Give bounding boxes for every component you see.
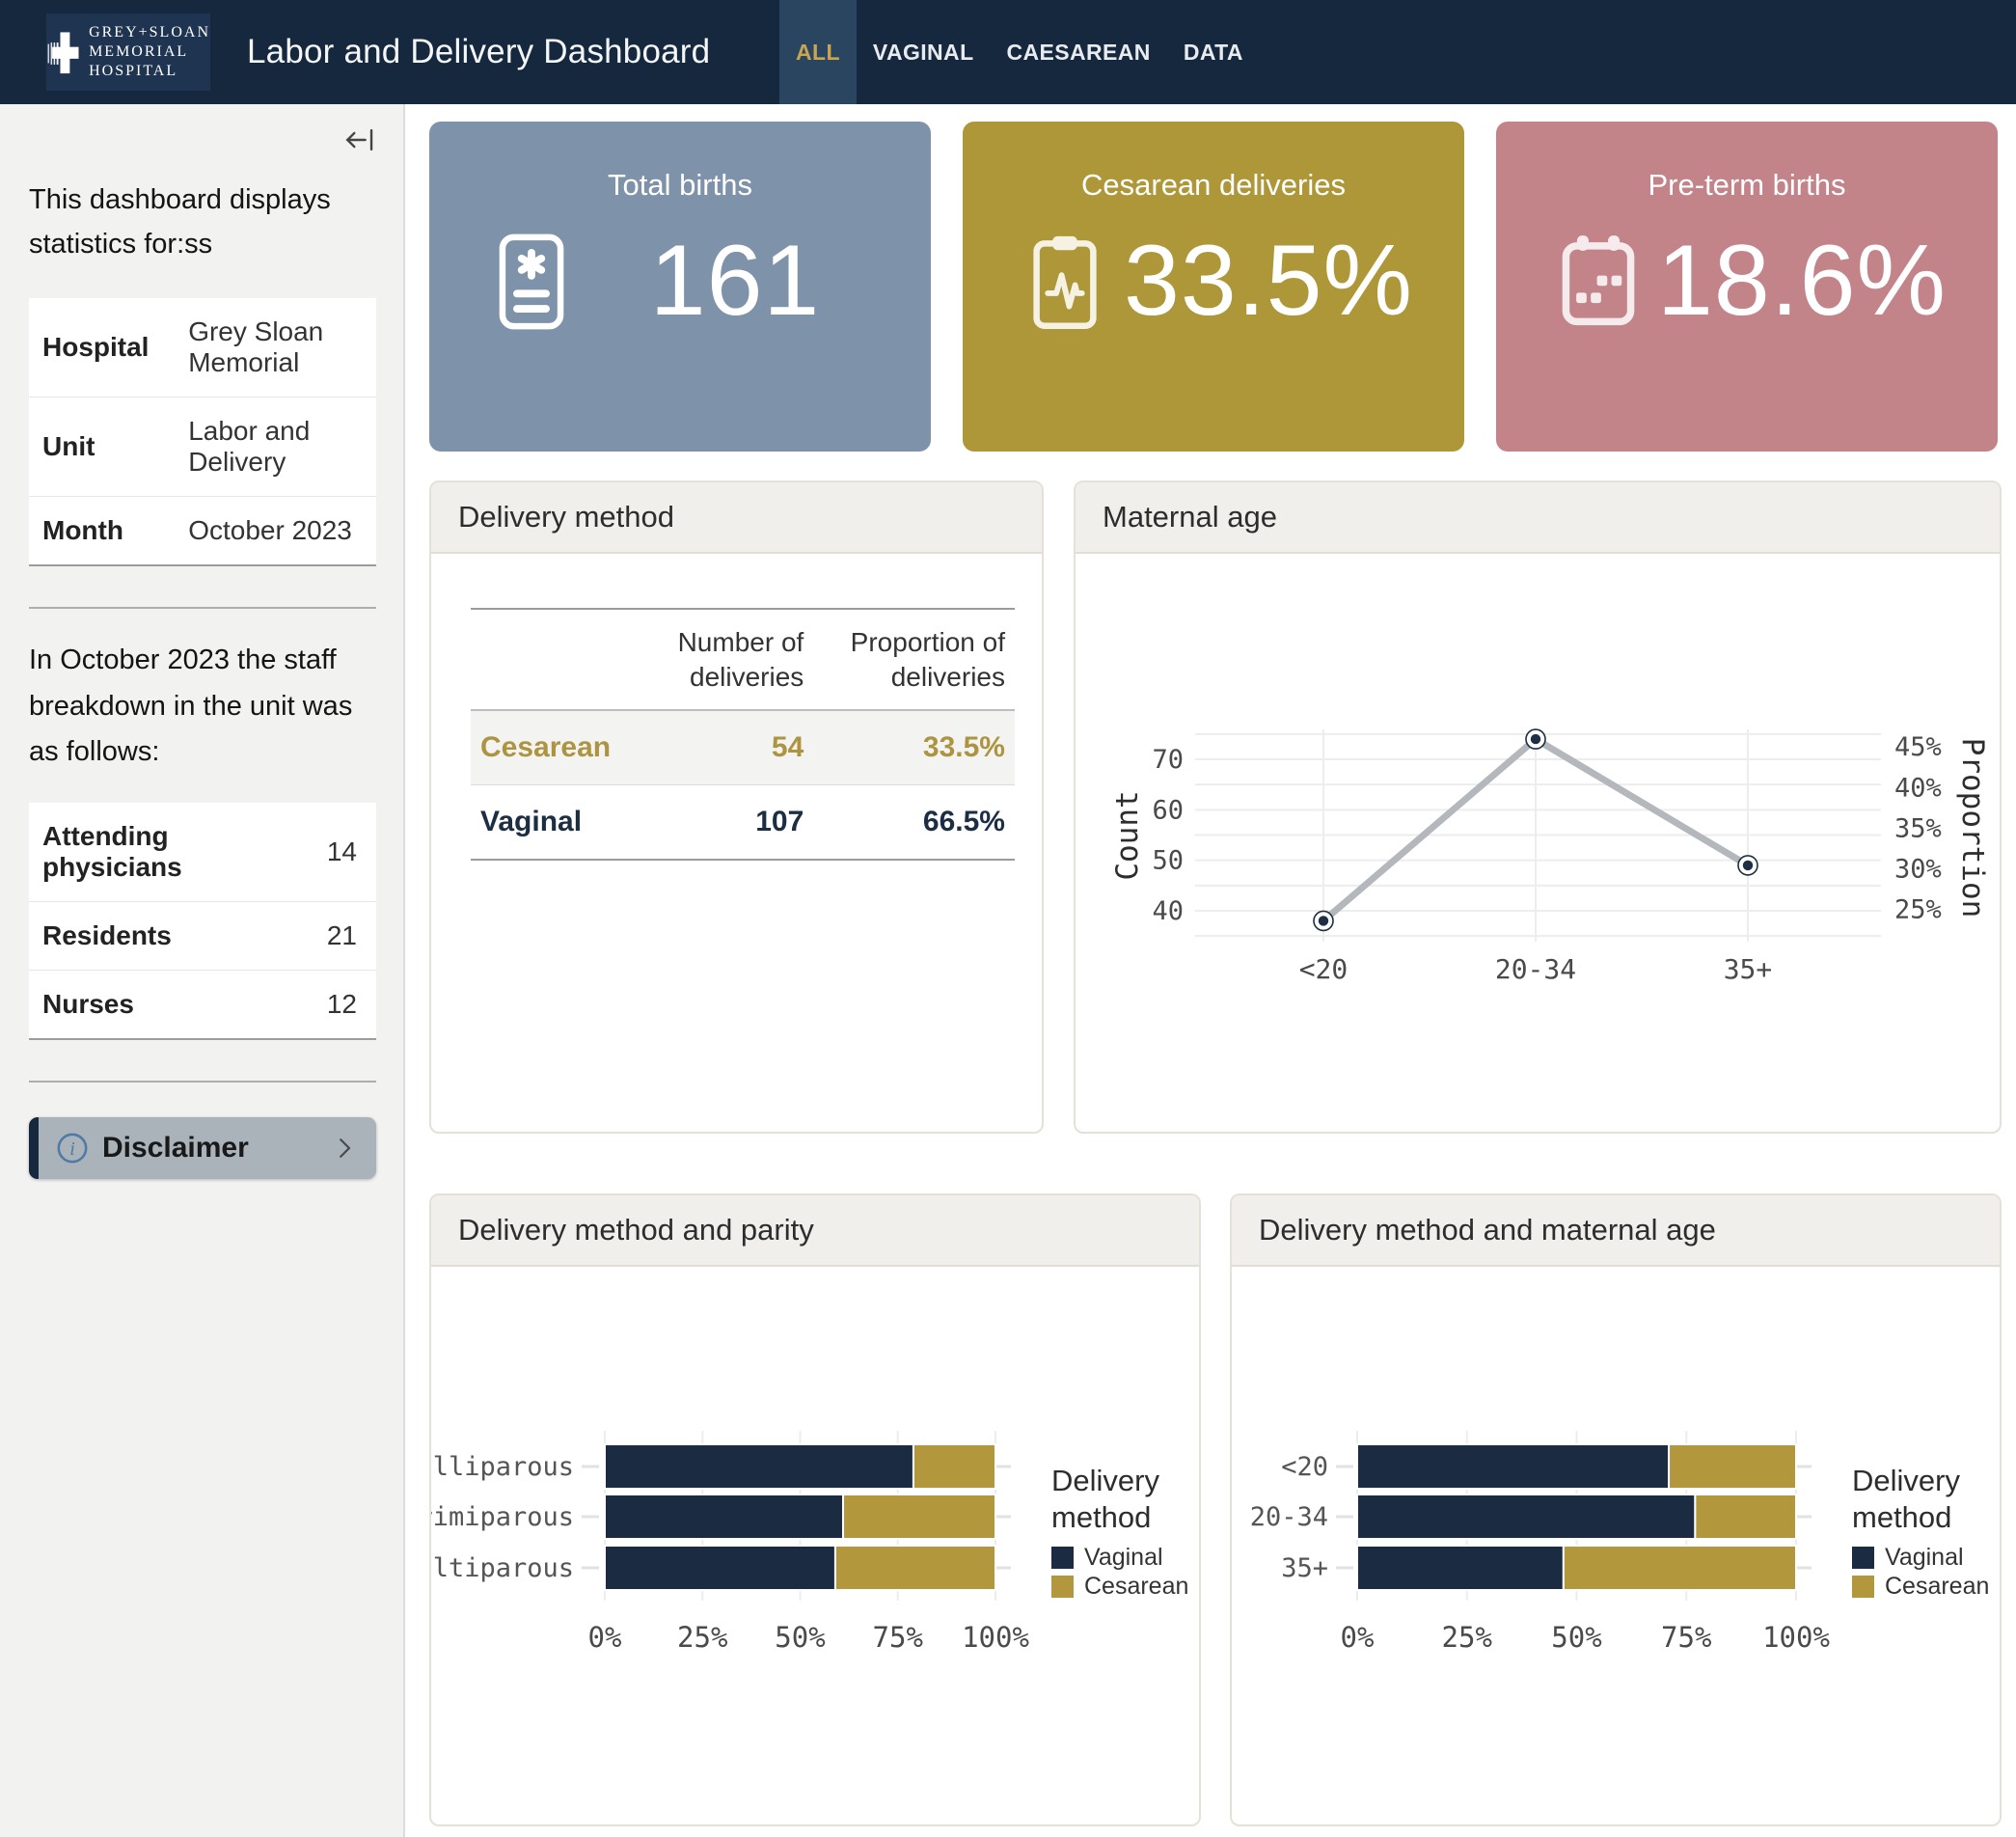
svg-text:Delivery: Delivery bbox=[1051, 1464, 1159, 1497]
svg-text:35+: 35+ bbox=[1724, 953, 1773, 985]
svg-text:75%: 75% bbox=[1661, 1621, 1711, 1654]
svg-text:20-34: 20-34 bbox=[1495, 953, 1576, 985]
navbar: GREY+SLOAN MEMORIAL HOSPITAL Labor and D… bbox=[0, 0, 2016, 104]
disclaimer-label: Disclaimer bbox=[102, 1132, 330, 1165]
svg-text:50%: 50% bbox=[1551, 1621, 1601, 1654]
page-title: Labor and Delivery Dashboard bbox=[247, 33, 710, 71]
svg-text:method: method bbox=[1852, 1500, 1951, 1534]
table-row: Residents 21 bbox=[29, 902, 376, 971]
tab-caesarean[interactable]: CAESAREAN bbox=[991, 0, 1167, 104]
svg-text:Proportion: Proportion bbox=[1955, 738, 1990, 918]
staff-table: Attending physicians 14 Residents 21 Nur… bbox=[29, 803, 376, 1040]
info-icon: i bbox=[56, 1132, 89, 1165]
svg-text:Primiparous: Primiparous bbox=[431, 1502, 574, 1532]
age-stacked-bar-chart: <20 20-34 35+ 0% 25% 50% 75% 100% Deliverymethod… bbox=[1232, 1267, 2000, 1826]
svg-text:40%: 40% bbox=[1894, 773, 1942, 803]
svg-text:25%: 25% bbox=[1442, 1621, 1492, 1654]
svg-text:100%: 100% bbox=[1762, 1621, 1830, 1654]
kpi-value: 33.5% bbox=[1111, 224, 1426, 339]
panel-title: Delivery method bbox=[431, 482, 1042, 554]
kpi-total-births: Total births 161 bbox=[429, 122, 931, 452]
table-row: Nurses 12 bbox=[29, 971, 376, 1040]
file-medical-icon bbox=[485, 232, 578, 332]
svg-text:Multiparous: Multiparous bbox=[431, 1553, 574, 1583]
kpi-preterm-births: Pre-term births bbox=[1496, 122, 1998, 452]
kpi-cesarean-deliveries: Cesarean deliveries 33.5% bbox=[963, 122, 1464, 452]
parity-stacked-bar-chart: Nulliparous Primiparous Multiparous 0% 25% 50… bbox=[431, 1267, 1199, 1826]
delivery-method-table: Number of deliveries Proportion of deliv… bbox=[471, 608, 1015, 861]
svg-text:20-34: 20-34 bbox=[1250, 1502, 1328, 1532]
age-method-panel: Delivery method and maternal age <20 20-3… bbox=[1230, 1193, 2002, 1826]
table-row: Attending physicians 14 bbox=[29, 803, 376, 902]
table-row-vaginal: Vaginal 107 66.5% bbox=[471, 784, 1015, 860]
svg-text:40: 40 bbox=[1152, 896, 1184, 926]
svg-text:Vaginal: Vaginal bbox=[1084, 1544, 1163, 1571]
hospital-logo: GREY+SLOAN MEMORIAL HOSPITAL bbox=[46, 14, 210, 91]
kpi-value: 161 bbox=[578, 224, 892, 339]
svg-text:50: 50 bbox=[1152, 846, 1184, 876]
hospital-info-table: Hospital Grey Sloan Memorial Unit Labor … bbox=[29, 298, 376, 566]
svg-text:100%: 100% bbox=[962, 1621, 1029, 1654]
sidebar-intro-text: This dashboard displays statistics for:s… bbox=[29, 178, 376, 267]
svg-text:25%: 25% bbox=[1894, 895, 1942, 925]
tab-data[interactable]: DATA bbox=[1167, 0, 1260, 104]
svg-text:60: 60 bbox=[1152, 795, 1184, 825]
svg-text:Cesarean: Cesarean bbox=[1084, 1573, 1188, 1600]
table-row: Unit Labor and Delivery bbox=[29, 397, 376, 496]
column-header: Proportion of deliveries bbox=[813, 609, 1015, 710]
table-row: Hospital Grey Sloan Memorial bbox=[29, 298, 376, 398]
panel-title: Delivery method and maternal age bbox=[1232, 1195, 2000, 1267]
panel-title: Delivery method and parity bbox=[431, 1195, 1199, 1267]
kpi-title: Cesarean deliveries bbox=[963, 168, 1464, 203]
svg-text:0%: 0% bbox=[588, 1621, 622, 1654]
sidebar: This dashboard displays statistics for:s… bbox=[0, 104, 405, 1837]
collapse-sidebar-icon[interactable] bbox=[343, 123, 376, 156]
svg-text:35%: 35% bbox=[1894, 813, 1942, 843]
table-row: Month October 2023 bbox=[29, 496, 376, 565]
svg-text:Count: Count bbox=[1110, 790, 1145, 880]
hospital-logo-text: GREY+SLOAN MEMORIAL HOSPITAL bbox=[89, 23, 210, 81]
svg-text:i: i bbox=[69, 1138, 75, 1160]
nav-tabs: ALL VAGINAL CAESAREAN DATA bbox=[779, 0, 1260, 104]
svg-text:30%: 30% bbox=[1894, 855, 1942, 885]
parity-panel: Delivery method and parity Nulliparous Pr… bbox=[429, 1193, 1201, 1826]
panel-title: Maternal age bbox=[1076, 482, 2000, 554]
calendar-icon bbox=[1552, 233, 1645, 330]
svg-text:75%: 75% bbox=[873, 1621, 923, 1654]
table-header-row: Number of deliveries Proportion of deliv… bbox=[471, 609, 1015, 710]
hospital-cross-icon bbox=[46, 22, 83, 82]
svg-text:35+: 35+ bbox=[1281, 1553, 1328, 1583]
tab-all[interactable]: ALL bbox=[779, 0, 857, 104]
svg-text:<20: <20 bbox=[1281, 1452, 1328, 1482]
tab-vaginal[interactable]: VAGINAL bbox=[857, 0, 991, 104]
svg-text:Vaginal: Vaginal bbox=[1885, 1544, 1964, 1571]
kpi-value: 18.6% bbox=[1645, 224, 1959, 339]
maternal-age-panel: Maternal age 40 50 60 70 25% 30% 35% 40% 45% <20 2… bbox=[1074, 480, 2002, 1134]
table-row-cesarean: Cesarean 54 33.5% bbox=[471, 710, 1015, 785]
clipboard-pulse-icon bbox=[1019, 232, 1111, 332]
svg-text:method: method bbox=[1051, 1500, 1151, 1534]
disclaimer-button[interactable]: i Disclaimer bbox=[29, 1117, 376, 1179]
kpi-title: Total births bbox=[429, 168, 931, 203]
svg-text:70: 70 bbox=[1152, 745, 1184, 775]
sidebar-divider bbox=[29, 607, 376, 609]
svg-text:<20: <20 bbox=[1299, 953, 1349, 985]
svg-text:Delivery: Delivery bbox=[1852, 1464, 1960, 1497]
svg-text:50%: 50% bbox=[775, 1621, 825, 1654]
staff-intro-text: In October 2023 the staff breakdown in t… bbox=[29, 638, 376, 777]
svg-text:Nulliparous: Nulliparous bbox=[431, 1452, 574, 1482]
column-header: Number of deliveries bbox=[650, 609, 813, 710]
chevron-right-icon bbox=[330, 1134, 359, 1163]
svg-text:25%: 25% bbox=[677, 1621, 727, 1654]
maternal-age-line-chart: 40 50 60 70 25% 30% 35% 40% 45% <20 20-34 35+ Count P… bbox=[1076, 554, 2000, 1134]
sidebar-divider bbox=[29, 1081, 376, 1083]
main-content: Total births 161 bbox=[405, 104, 2016, 1837]
kpi-title: Pre-term births bbox=[1496, 168, 1998, 203]
delivery-method-panel: Delivery method Number of deliveries Pro… bbox=[429, 480, 1044, 1134]
svg-text:0%: 0% bbox=[1341, 1621, 1375, 1654]
svg-text:45%: 45% bbox=[1894, 732, 1942, 762]
svg-text:Cesarean: Cesarean bbox=[1885, 1573, 1989, 1600]
